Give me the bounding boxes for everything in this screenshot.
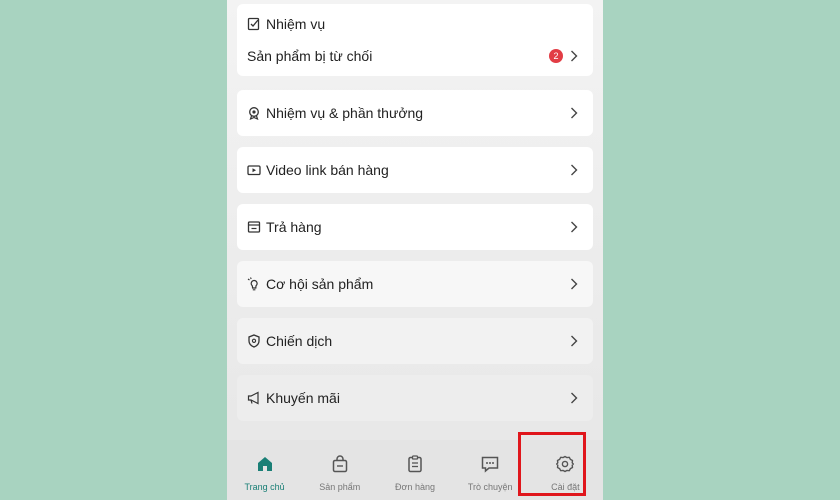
settings-highlight-box [518,432,586,496]
menu-item-row: Cơ hội sản phẩm [247,261,593,307]
chevron-right-icon [569,106,579,120]
menu-item-tasks-rewards[interactable]: Nhiệm vụ & phần thưởng [237,90,593,136]
chevron-right-icon [569,49,579,63]
menu-item-sales-video[interactable]: Video link bán hàng [237,147,593,193]
return-box-icon [247,220,261,234]
chat-icon [480,454,500,479]
menu-item-label: Cơ hội sản phẩm [266,276,374,292]
chevron-right-icon [569,334,579,348]
video-icon [247,163,261,177]
tab-home[interactable]: Trang chủ [227,440,302,500]
rejected-count-badge: 2 [549,49,563,63]
tasks-header-label: Nhiệm vụ [266,16,326,32]
menu-item-row: Nhiệm vụ & phần thưởng [247,90,593,136]
reward-icon [247,106,261,120]
tab-label: Đơn hàng [395,482,435,492]
clipboard-icon [405,454,425,479]
tab-orders[interactable]: Đơn hàng [377,440,452,500]
menu-item-label: Khuyến mãi [266,390,340,406]
chevron-right-icon [569,220,579,234]
home-icon [255,454,275,479]
tab-chat[interactable]: Trò chuyện [453,440,528,500]
tab-label: Trang chủ [244,482,285,492]
menu-item-returns[interactable]: Trả hàng [237,204,593,250]
lightbulb-icon [247,277,261,291]
menu-item-label: Chiến dịch [266,333,333,349]
menu-item-row: Trả hàng [247,204,593,250]
menu-item-promotions[interactable]: Khuyến mãi [237,375,593,421]
tab-label: Sản phẩm [319,482,361,492]
checklist-icon [247,17,261,31]
shield-icon [247,334,261,348]
bag-icon [330,454,350,479]
tab-label: Trò chuyện [467,482,513,492]
menu-item-product-opportunities[interactable]: Cơ hội sản phẩm [237,261,593,307]
menu-item-label: Trả hàng [266,219,322,235]
chevron-right-icon [569,163,579,177]
menu-item-row: Chiến dịch [247,318,593,364]
menu-item-campaigns[interactable]: Chiến dịch [237,318,593,364]
menu-item-label: Nhiệm vụ & phần thưởng [266,105,424,121]
tasks-card: Nhiệm vụ Sản phẩm bị từ chối 2 [237,4,593,76]
tab-products[interactable]: Sản phẩm [302,440,377,500]
megaphone-icon [247,391,261,405]
rejected-products-label: Sản phẩm bị từ chối [247,48,373,64]
menu-item-row: Video link bán hàng [247,147,593,193]
chevron-right-icon [569,391,579,405]
rejected-products-item[interactable]: Sản phẩm bị từ chối 2 [247,38,593,74]
chevron-right-icon [569,277,579,291]
menu-item-label: Video link bán hàng [266,162,389,178]
phone-screen: Nhiệm vụ Sản phẩm bị từ chối 2 Nhiệm vụ … [227,0,603,500]
menu-item-row: Khuyến mãi [247,375,593,421]
